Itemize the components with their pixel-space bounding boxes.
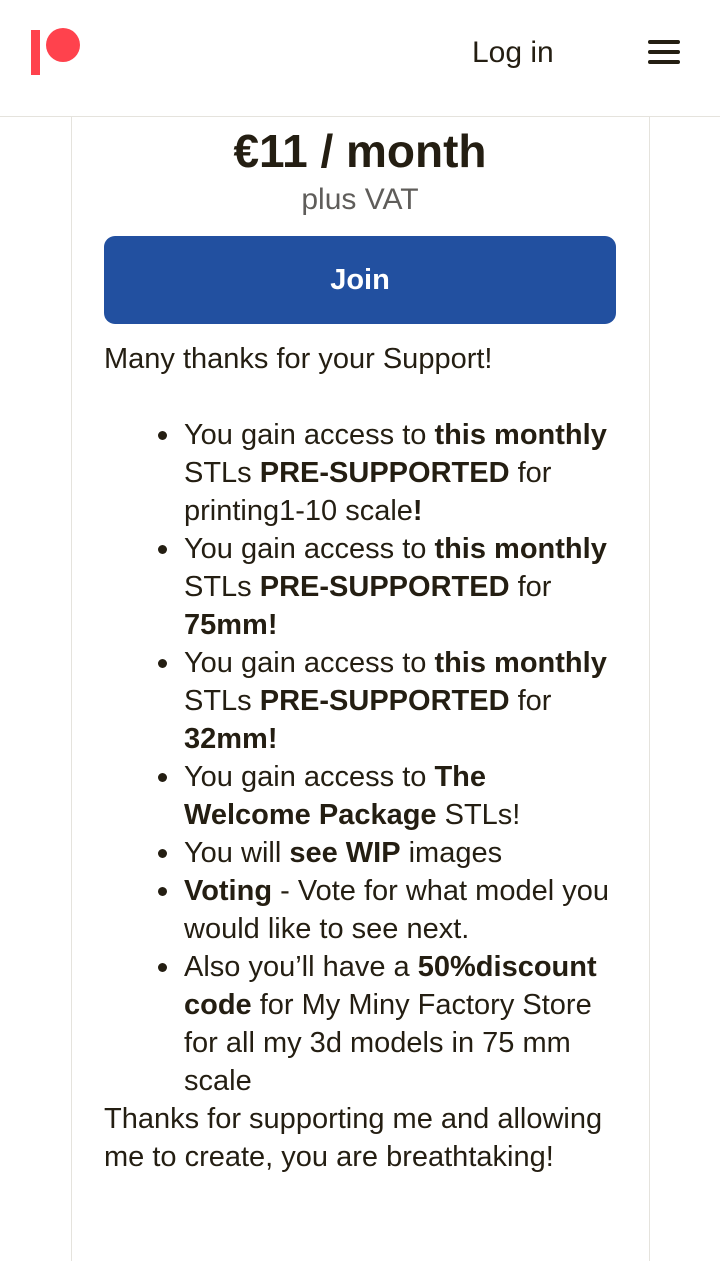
- logo-dot: [46, 28, 80, 62]
- benefit-item: Also you’ll have a 50%discount code for …: [158, 948, 616, 1100]
- benefit-item: You gain access to this monthly STLs PRE…: [158, 530, 616, 644]
- tier-price: €11 / month: [233, 125, 487, 177]
- logo-bar: [31, 30, 40, 75]
- intro-text: Many thanks for your Support!: [104, 343, 493, 375]
- patreon-logo-icon[interactable]: [31, 28, 83, 76]
- hamburger-menu-icon[interactable]: [648, 40, 680, 66]
- vat-note: plus VAT: [301, 183, 419, 216]
- login-link[interactable]: Log in: [472, 34, 554, 72]
- benefit-item: You gain access to this monthly STLs PRE…: [158, 416, 616, 530]
- benefit-item: You gain access to The Welcome Package S…: [158, 758, 616, 834]
- join-button[interactable]: Join: [104, 236, 616, 324]
- outro-text: Thanks for supporting me and allowing me…: [104, 1103, 603, 1173]
- menu-line: [648, 50, 680, 54]
- menu-line: [648, 60, 680, 64]
- benefit-item: You will see WIP images: [158, 834, 616, 872]
- tier-description: Many thanks for your Support! You gain a…: [104, 340, 616, 1176]
- menu-line: [648, 40, 680, 44]
- benefit-item: You gain access to this monthly STLs PRE…: [158, 644, 616, 758]
- benefits-list: You gain access to this monthly STLs PRE…: [104, 416, 616, 1100]
- benefit-item: Voting - Vote for what model you would l…: [158, 872, 616, 948]
- top-navigation-bar: Log in: [0, 0, 720, 117]
